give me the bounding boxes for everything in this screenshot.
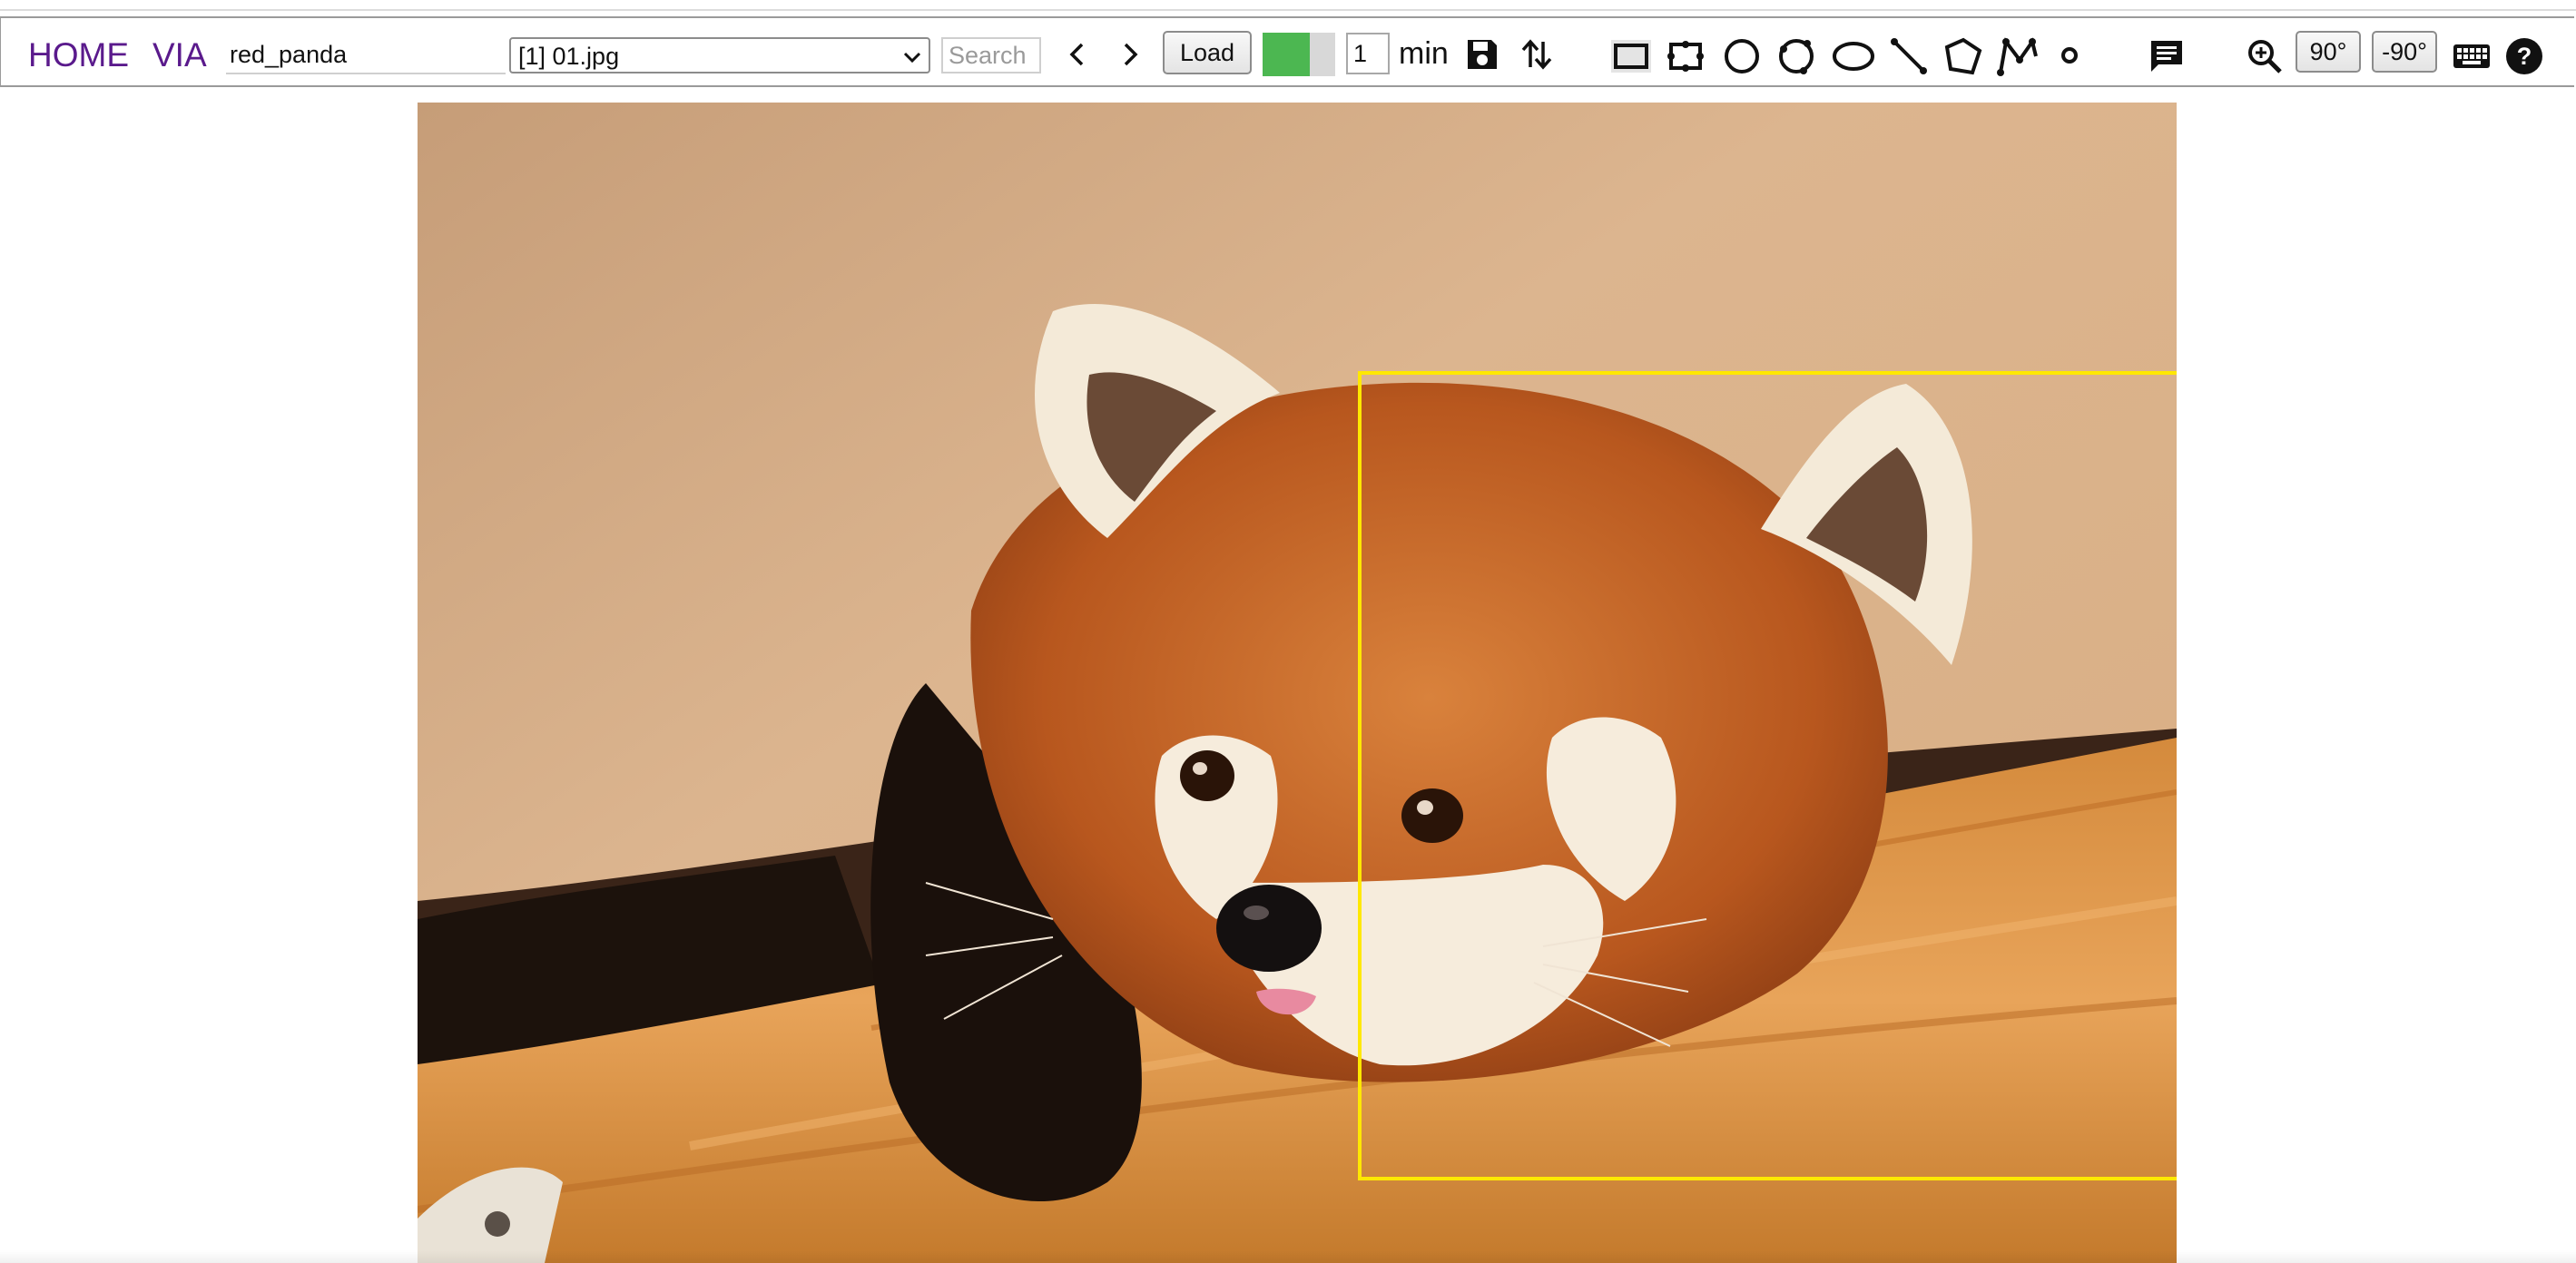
chevron-right-icon[interactable] [1114,36,1146,73]
load-button[interactable]: Load [1163,31,1252,74]
duration-input[interactable] [1346,33,1390,74]
extreme-rectangle-shape-icon[interactable] [1666,36,1706,76]
point-shape-icon[interactable] [2058,44,2081,67]
help-icon[interactable]: ? [2502,34,2546,78]
home-link[interactable]: HOME [28,36,129,74]
extreme-circle-shape-icon[interactable] [1776,36,1816,76]
chevron-left-icon[interactable] [1061,36,1094,73]
annotation-region-rect[interactable] [1358,371,2177,1180]
swap-vert-icon[interactable] [1517,34,1557,74]
region-color-swatch-secondary[interactable] [1310,33,1335,76]
search-input[interactable] [941,37,1041,73]
rectangle-shape-icon[interactable] [1611,40,1651,73]
via-link[interactable]: VIA [152,36,207,74]
project-name-input[interactable] [226,36,506,74]
window-top-strip [0,0,2576,11]
image-canvas[interactable] [418,103,2177,1263]
line-shape-icon[interactable] [1889,36,1929,76]
circle-shape-icon[interactable] [1722,36,1762,76]
polyline-shape-icon[interactable] [1996,36,2040,76]
region-color-swatch[interactable] [1263,33,1310,76]
duration-unit-label: min [1399,36,1449,71]
rotate-ccw-button[interactable]: -90° [2372,31,2437,73]
comment-icon[interactable] [2147,36,2187,76]
file-select-value: [1] 01.jpg [518,43,620,70]
ellipse-shape-icon[interactable] [1831,36,1876,76]
polygon-shape-icon[interactable] [1943,36,1983,76]
top-toolbar: HOME VIA [1] 01.jpg Load min [0,16,2574,87]
keyboard-icon[interactable] [2452,36,2492,76]
rotate-cw-button[interactable]: 90° [2296,31,2361,73]
file-select-dropdown[interactable]: [1] 01.jpg [509,37,930,73]
chevron-down-icon [901,46,923,73]
zoom-in-icon[interactable] [2245,36,2285,76]
save-icon[interactable] [1462,34,1502,74]
svg-text:?: ? [2517,43,2532,70]
